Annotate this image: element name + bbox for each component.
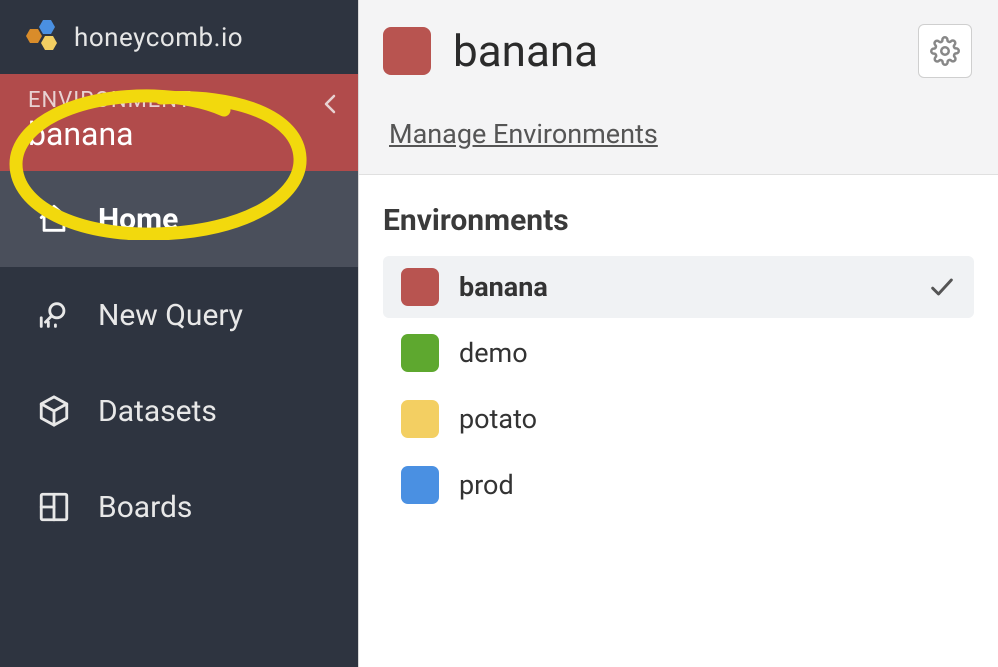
environment-row-label: demo — [459, 337, 956, 369]
environment-selector[interactable]: ENVIRONMENT banana — [0, 74, 358, 171]
sidebar-item-label: New Query — [98, 298, 243, 333]
sidebar-item-boards[interactable]: Boards — [0, 459, 358, 555]
sidebar: honeycomb.io ENVIRONMENT banana Home — [0, 0, 358, 667]
cube-icon — [36, 393, 72, 429]
environment-color-swatch — [383, 27, 431, 75]
environment-color-swatch — [401, 466, 439, 504]
sidebar-nav: Home New Query — [0, 171, 358, 555]
header-top-row: banana — [383, 24, 972, 78]
sidebar-item-label: Boards — [98, 490, 192, 525]
brand-name: honeycomb.io — [74, 23, 243, 53]
gear-icon — [930, 36, 960, 66]
environment-list: banana demo potato prod — [383, 256, 974, 516]
sidebar-item-home[interactable]: Home — [0, 171, 358, 267]
current-environment-name: banana — [28, 115, 334, 153]
environment-row-demo[interactable]: demo — [383, 322, 974, 384]
home-icon — [36, 201, 72, 237]
main-panel: banana Manage Environments Environments … — [358, 0, 998, 667]
environment-color-swatch — [401, 400, 439, 438]
environment-row-label: prod — [459, 469, 956, 501]
page-title: banana — [453, 25, 598, 77]
check-icon — [928, 273, 956, 301]
environment-color-swatch — [401, 268, 439, 306]
environment-color-swatch — [401, 334, 439, 372]
environment-row-potato[interactable]: potato — [383, 388, 974, 450]
query-icon — [36, 297, 72, 333]
manage-environments-link[interactable]: Manage Environments — [383, 118, 658, 150]
section-title-environments: Environments — [383, 203, 974, 238]
header-title-group: banana — [383, 25, 598, 77]
main-header: banana Manage Environments — [359, 0, 998, 175]
environment-row-label: banana — [459, 271, 908, 303]
sidebar-item-label: Home — [98, 202, 178, 237]
boards-icon — [36, 489, 72, 525]
collapse-chevron-icon[interactable] — [322, 92, 338, 116]
sidebar-item-label: Datasets — [98, 394, 217, 429]
sidebar-item-datasets[interactable]: Datasets — [0, 363, 358, 459]
brand-logo[interactable]: honeycomb.io — [0, 0, 358, 74]
sidebar-item-new-query[interactable]: New Query — [0, 267, 358, 363]
environment-row-prod[interactable]: prod — [383, 454, 974, 516]
environment-row-banana[interactable]: banana — [383, 256, 974, 318]
environment-row-label: potato — [459, 403, 956, 435]
environment-label: ENVIRONMENT — [28, 88, 334, 113]
honeycomb-logo-icon — [24, 20, 66, 56]
settings-button[interactable] — [918, 24, 972, 78]
environments-section: Environments banana demo potato prod — [359, 175, 998, 516]
